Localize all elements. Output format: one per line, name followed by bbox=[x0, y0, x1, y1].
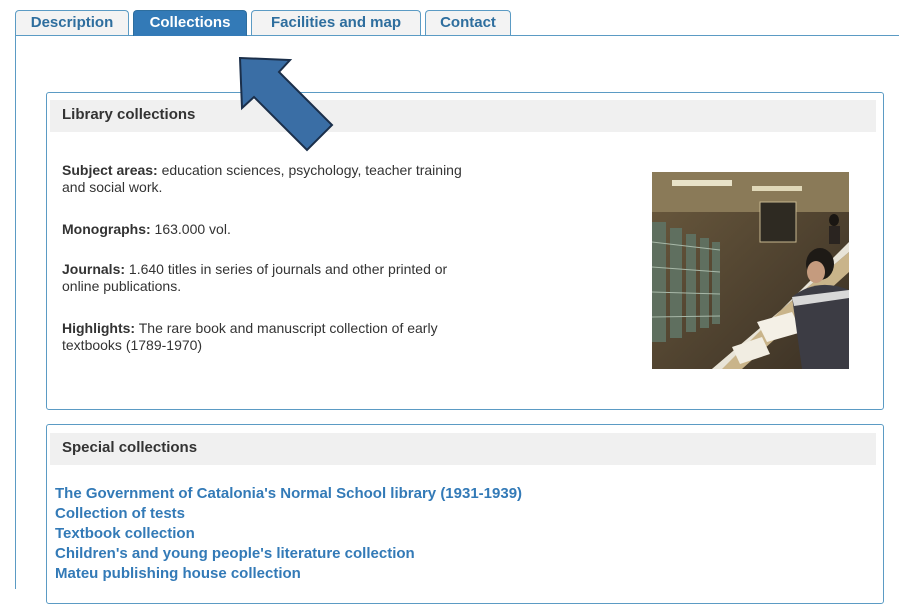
monographs-label: Monographs: bbox=[62, 221, 151, 237]
journals-label: Journals: bbox=[62, 261, 126, 277]
tab-facilities-and-map[interactable]: Facilities and map bbox=[251, 10, 421, 35]
link-childrens-literature-collection[interactable]: Children's and young people's literature… bbox=[55, 544, 522, 564]
library-reading-room-photo bbox=[652, 172, 849, 369]
special-collections-links: The Government of Catalonia's Normal Sch… bbox=[55, 484, 522, 584]
highlights-label: Highlights: bbox=[62, 320, 136, 336]
special-collections-heading: Special collections bbox=[50, 433, 876, 465]
subject-areas-label: Subject areas: bbox=[62, 162, 158, 178]
highlights-text: Highlights: The rare book and manuscript… bbox=[62, 320, 462, 354]
tab-description[interactable]: Description bbox=[15, 10, 129, 35]
pointer-arrow-icon bbox=[238, 56, 334, 152]
tab-bar: Description Collections Facilities and m… bbox=[15, 10, 899, 36]
tab-contact[interactable]: Contact bbox=[425, 10, 511, 35]
journals-text: Journals: 1.640 titles in series of jour… bbox=[62, 261, 462, 295]
monographs-value: 163.000 vol. bbox=[150, 221, 231, 237]
link-collection-of-tests[interactable]: Collection of tests bbox=[55, 504, 522, 524]
library-collections-heading: Library collections bbox=[50, 100, 876, 132]
link-textbook-collection[interactable]: Textbook collection bbox=[55, 524, 522, 544]
tab-collections[interactable]: Collections bbox=[133, 10, 247, 36]
monographs-text: Monographs: 163.000 vol. bbox=[62, 221, 462, 238]
link-normal-school-library[interactable]: The Government of Catalonia's Normal Sch… bbox=[55, 484, 522, 504]
link-mateu-publishing-collection[interactable]: Mateu publishing house collection bbox=[55, 564, 522, 584]
